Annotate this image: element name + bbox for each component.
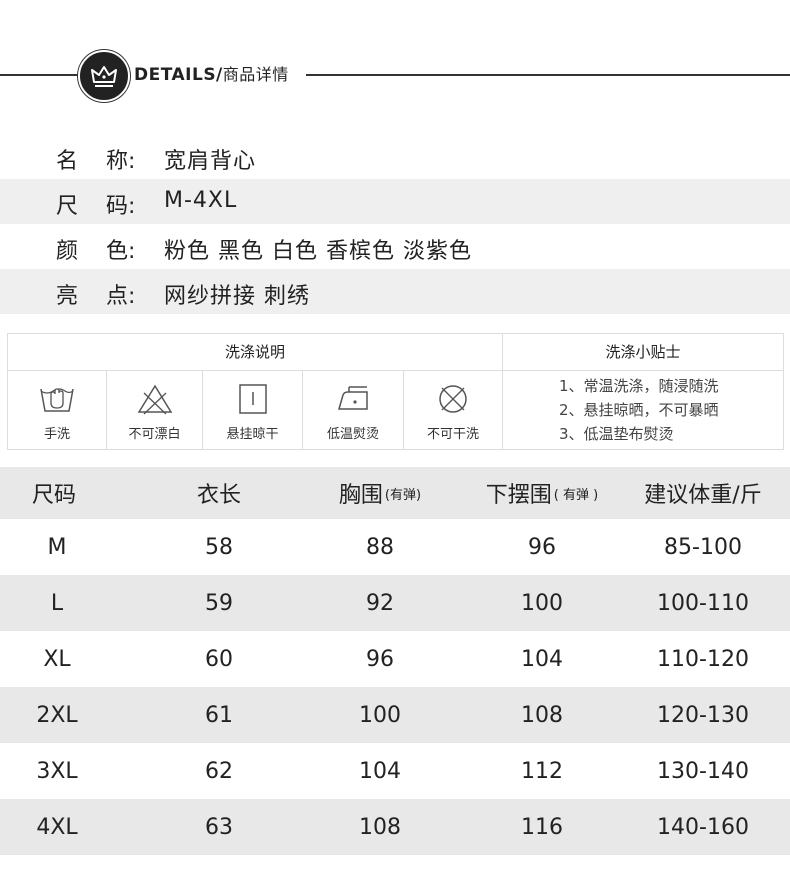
- wash-tip: 3、低温垫布熨烫: [559, 425, 674, 443]
- no-dry-clean-icon: [439, 385, 467, 413]
- column-header-label: 胸围: [338, 483, 383, 508]
- wash-icon-cell: 低温熨烫: [303, 371, 404, 449]
- info-label: 称:: [106, 149, 136, 174]
- table-cell: 104: [521, 646, 563, 672]
- table-row: L 59 92 100 100-110: [0, 575, 790, 631]
- hang-dry-icon: [238, 384, 267, 414]
- info-value: M-4XL: [164, 188, 238, 213]
- crown-icon: [91, 66, 117, 87]
- info-label: 亮: [56, 284, 79, 309]
- table-cell: 61: [205, 702, 233, 728]
- wash-tip: 1、常温洗涤，随浸随洗: [559, 377, 719, 395]
- hand-wash-icon: [40, 388, 74, 412]
- title-en: DETAILS/: [134, 65, 223, 85]
- table-row: M 58 88 96 85-100: [0, 519, 790, 575]
- wash-tips-title: 洗涤小贴士: [503, 334, 783, 371]
- table-cell: 120-130: [657, 702, 749, 728]
- table-cell: 2XL: [36, 702, 78, 728]
- column-header-note: (有弹): [384, 487, 422, 503]
- wash-icon-cell: 不可漂白: [107, 371, 203, 449]
- table-cell: 96: [528, 534, 556, 560]
- info-value: 粉色 黑色 白色 香槟色 淡紫色: [164, 239, 472, 264]
- table-cell: L: [50, 590, 64, 616]
- table-cell: 140-160: [657, 814, 749, 840]
- wash-icon-label: 低温熨烫: [326, 427, 379, 442]
- wash-icon-label: 悬挂晾干: [226, 427, 279, 442]
- info-label: 码:: [106, 194, 136, 219]
- table-cell: 112: [521, 758, 563, 784]
- info-label: 点:: [106, 284, 136, 309]
- table-cell: 3XL: [36, 758, 78, 784]
- info-row-highlight: 亮 点: 网纱拼接 刺绣: [0, 269, 790, 314]
- column-header-note: ( 有弹 ): [553, 487, 599, 503]
- column-header-label: 下摆围: [485, 483, 552, 508]
- low-iron-icon: [338, 386, 368, 410]
- column-header: 胸围 (有弹): [320, 467, 440, 519]
- table-cell: XL: [43, 646, 71, 672]
- table-cell: 108: [521, 702, 563, 728]
- table-row: 3XL 62 104 112 130-140: [0, 743, 790, 799]
- crown-badge: [78, 50, 130, 102]
- table-cell: 100: [521, 590, 563, 616]
- table-cell: 85-100: [664, 534, 742, 560]
- table-row: 2XL 61 100 108 120-130: [0, 687, 790, 743]
- info-value: 网纱拼接 刺绣: [164, 284, 310, 309]
- wash-care-panel: 洗涤说明 洗涤小贴士 手洗 不可漂白 悬挂晾干 低温熨烫 不可干洗 1、常温洗涤…: [7, 333, 784, 450]
- info-value: 宽肩背心: [164, 149, 257, 174]
- table-cell: 104: [359, 758, 401, 784]
- column-header: 下摆围( 有弹 ): [472, 467, 612, 519]
- table-cell: 60: [205, 646, 233, 672]
- column-header: 尺码: [0, 467, 122, 519]
- table-cell: 4XL: [36, 814, 78, 840]
- details-header: DETAILS/商品详情: [0, 50, 790, 102]
- wash-icon-cell: 悬挂晾干: [203, 371, 303, 449]
- table-cell: 130-140: [657, 758, 749, 784]
- info-row-size: 尺 码: M-4XL: [0, 179, 790, 224]
- column-header-label: 尺码: [32, 483, 77, 508]
- info-label: 名: [56, 149, 79, 174]
- table-cell: 100-110: [657, 590, 749, 616]
- table-cell: 110-120: [657, 646, 749, 672]
- wash-icon-cell: 不可干洗: [404, 371, 503, 449]
- no-bleach-icon: [137, 384, 172, 415]
- wash-icon-label: 不可漂白: [128, 427, 181, 442]
- table-cell: 58: [205, 534, 233, 560]
- table-cell: 59: [205, 590, 233, 616]
- table-cell: 92: [366, 590, 394, 616]
- header-divider-right: [306, 74, 790, 76]
- wash-icon-label: 手洗: [43, 427, 70, 442]
- wash-instructions-title: 洗涤说明: [8, 334, 503, 371]
- table-row: 4XL 63 108 116 140-160: [0, 799, 790, 855]
- table-cell: 116: [521, 814, 563, 840]
- column-header: 衣长: [162, 467, 276, 519]
- info-label: 尺: [56, 194, 79, 219]
- table-cell: 96: [366, 646, 394, 672]
- table-cell: M: [47, 534, 67, 560]
- table-cell: 88: [366, 534, 394, 560]
- table-cell: 108: [359, 814, 401, 840]
- wash-icon-cell: 手洗: [8, 371, 107, 449]
- wash-tips-list: 1、常温洗涤，随浸随洗 2、悬挂晾晒，不可暴晒 3、低温垫布熨烫: [503, 371, 783, 449]
- wash-tip: 2、悬挂晾晒，不可暴晒: [559, 401, 719, 419]
- info-label: 色:: [106, 239, 136, 264]
- column-header-label: 建议体重/斤: [644, 483, 762, 508]
- table-cell: 63: [205, 814, 233, 840]
- page-title: DETAILS/商品详情: [134, 61, 289, 85]
- size-table-header: 尺码 衣长 胸围 (有弹) 下摆围( 有弹 ) 建议体重/斤: [0, 467, 790, 519]
- title-cn: 商品详情: [222, 65, 289, 84]
- info-row-name: 名 称: 宽肩背心: [0, 134, 790, 179]
- info-label: 颜: [56, 239, 79, 264]
- column-header: 建议体重/斤: [628, 467, 778, 519]
- table-cell: 100: [359, 702, 401, 728]
- table-cell: 62: [205, 758, 233, 784]
- column-header-label: 衣长: [196, 483, 241, 508]
- header-divider-left: [0, 74, 84, 76]
- wash-icon-label: 不可干洗: [426, 427, 479, 442]
- info-row-color: 颜 色: 粉色 黑色 白色 香槟色 淡紫色: [0, 224, 790, 269]
- product-info: 名 称: 宽肩背心 尺 码: M-4XL 颜 色: 粉色 黑色 白色 香槟色 淡…: [0, 134, 790, 314]
- size-table: 尺码 衣长 胸围 (有弹) 下摆围( 有弹 ) 建议体重/斤 M 58 88 96…: [0, 467, 790, 855]
- table-row: XL 60 96 104 110-120: [0, 631, 790, 687]
